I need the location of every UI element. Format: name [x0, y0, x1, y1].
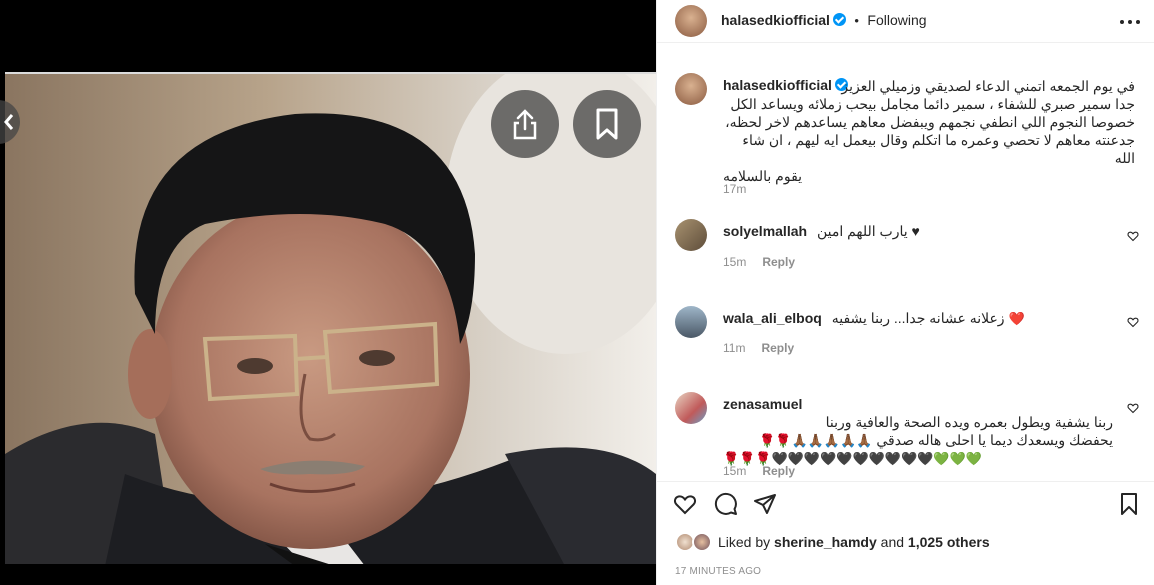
- commenter-avatar[interactable]: [675, 306, 707, 338]
- commenter-avatar[interactable]: [675, 392, 707, 424]
- likes-summary: Liked by sherine_hamdy and 1,025 others: [718, 534, 990, 550]
- like-comment-heart-icon[interactable]: [1127, 230, 1139, 242]
- comment-username[interactable]: solyelmallah: [723, 223, 807, 239]
- post-media: [0, 0, 656, 585]
- bookmark-icon: [596, 108, 618, 140]
- comment-time: 11m: [723, 341, 746, 355]
- caption-line: في يوم الجمعه اتمني الدعاء لصديقي وزميلي…: [841, 78, 1135, 94]
- like-comment-heart-icon[interactable]: [1127, 316, 1139, 328]
- comment-text-line2: يحفضك ويسعدك ديما يا احلى هاله صدقي 🙏🏾🙏🏾…: [723, 431, 1113, 450]
- comments-list: halasedkiofficial في يوم الجمعه اتمني ال…: [657, 44, 1154, 480]
- comment-meta: 15m Reply: [723, 255, 795, 269]
- comment-body: zenasamuel ربنا يشفية ويطول بعمره ويده ا…: [723, 395, 1113, 468]
- liker-avatar: [692, 532, 712, 552]
- liked-by-prefix: Liked by: [718, 534, 771, 550]
- liked-by-user[interactable]: sherine_hamdy: [774, 534, 877, 550]
- comment-icon[interactable]: [714, 492, 738, 516]
- post-photo[interactable]: [5, 72, 656, 564]
- following-button[interactable]: Following: [867, 12, 926, 28]
- chevron-left-icon: [4, 114, 14, 130]
- separator-dot: •: [854, 13, 859, 28]
- comment-meta: 11m Reply: [723, 341, 794, 355]
- comment-text: يارب اللهم امين ♥: [816, 223, 920, 239]
- commenter-avatar[interactable]: [675, 219, 707, 251]
- comment-emoji: ❤️: [1008, 311, 1025, 326]
- comment-emoji: 🙏🏾🙏🏾🙏🏾🙏🏾🙏🏾🌹🌹: [759, 433, 873, 448]
- comment-body: solyelmallah يارب اللهم امين ♥: [723, 222, 1123, 240]
- share-icon: [513, 109, 537, 140]
- post-side-panel: halasedkiofficial • Following halasedkio…: [656, 0, 1154, 585]
- reply-button[interactable]: Reply: [762, 255, 795, 269]
- comment-meta: 15m Reply: [723, 464, 795, 478]
- comment-time: 15m: [723, 255, 747, 269]
- post-header: halasedkiofficial • Following: [657, 0, 1154, 43]
- reply-button[interactable]: Reply: [762, 464, 795, 478]
- heart-icon[interactable]: [673, 492, 697, 516]
- more-horizontal-icon[interactable]: [1119, 13, 1141, 31]
- author-username[interactable]: halasedkiofficial: [721, 12, 830, 28]
- comment-text: يحفضك ويسعدك ديما يا احلى هاله صدقي: [876, 432, 1113, 448]
- like-comment-heart-icon[interactable]: [1127, 402, 1139, 414]
- caption-text: في يوم الجمعه اتمني الدعاء لصديقي وزميلي…: [723, 77, 1135, 185]
- post-actions: Liked by sherine_hamdy and 1,025 others …: [657, 481, 1154, 585]
- share-button[interactable]: [491, 90, 559, 158]
- caption-line: جدعنته معاهم لا تحصي وعمره ما اتكلم وقال…: [742, 132, 1135, 166]
- comment-text: ربنا يشفية ويطول بعمره ويده الصحة والعاف…: [825, 414, 1113, 430]
- send-icon[interactable]: [753, 492, 777, 516]
- verified-badge-icon: [832, 13, 846, 26]
- caption-avatar[interactable]: [675, 73, 707, 105]
- caption-time: 17m: [723, 182, 747, 196]
- comment-text: زعلانه عشانه جدا... ربنا يشفيه: [831, 310, 1005, 326]
- caption-line: خصوصا النجوم اللي انطفي نجمهم ويبفضل معا…: [725, 114, 1135, 130]
- author-avatar[interactable]: [675, 5, 707, 37]
- liked-by-and: and: [880, 534, 905, 550]
- comment-username[interactable]: wala_ali_elboq: [723, 310, 822, 326]
- bookmark-button-overlay[interactable]: [573, 90, 641, 158]
- reply-button[interactable]: Reply: [761, 341, 794, 355]
- portrait-image: [5, 74, 656, 564]
- comment-time: 15m: [723, 464, 747, 478]
- bookmark-icon[interactable]: [1117, 492, 1141, 516]
- comment-username[interactable]: zenasamuel: [723, 396, 802, 412]
- caption-line: جدا سمير صبري للشفاء ، سمير دائما مجامل …: [730, 96, 1135, 112]
- post-timestamp: 17 MINUTES AGO: [675, 566, 762, 577]
- liked-by-others[interactable]: 1,025 others: [908, 534, 990, 550]
- comment-body: wala_ali_elboq زعلانه عشانه جدا... ربنا …: [723, 309, 1123, 328]
